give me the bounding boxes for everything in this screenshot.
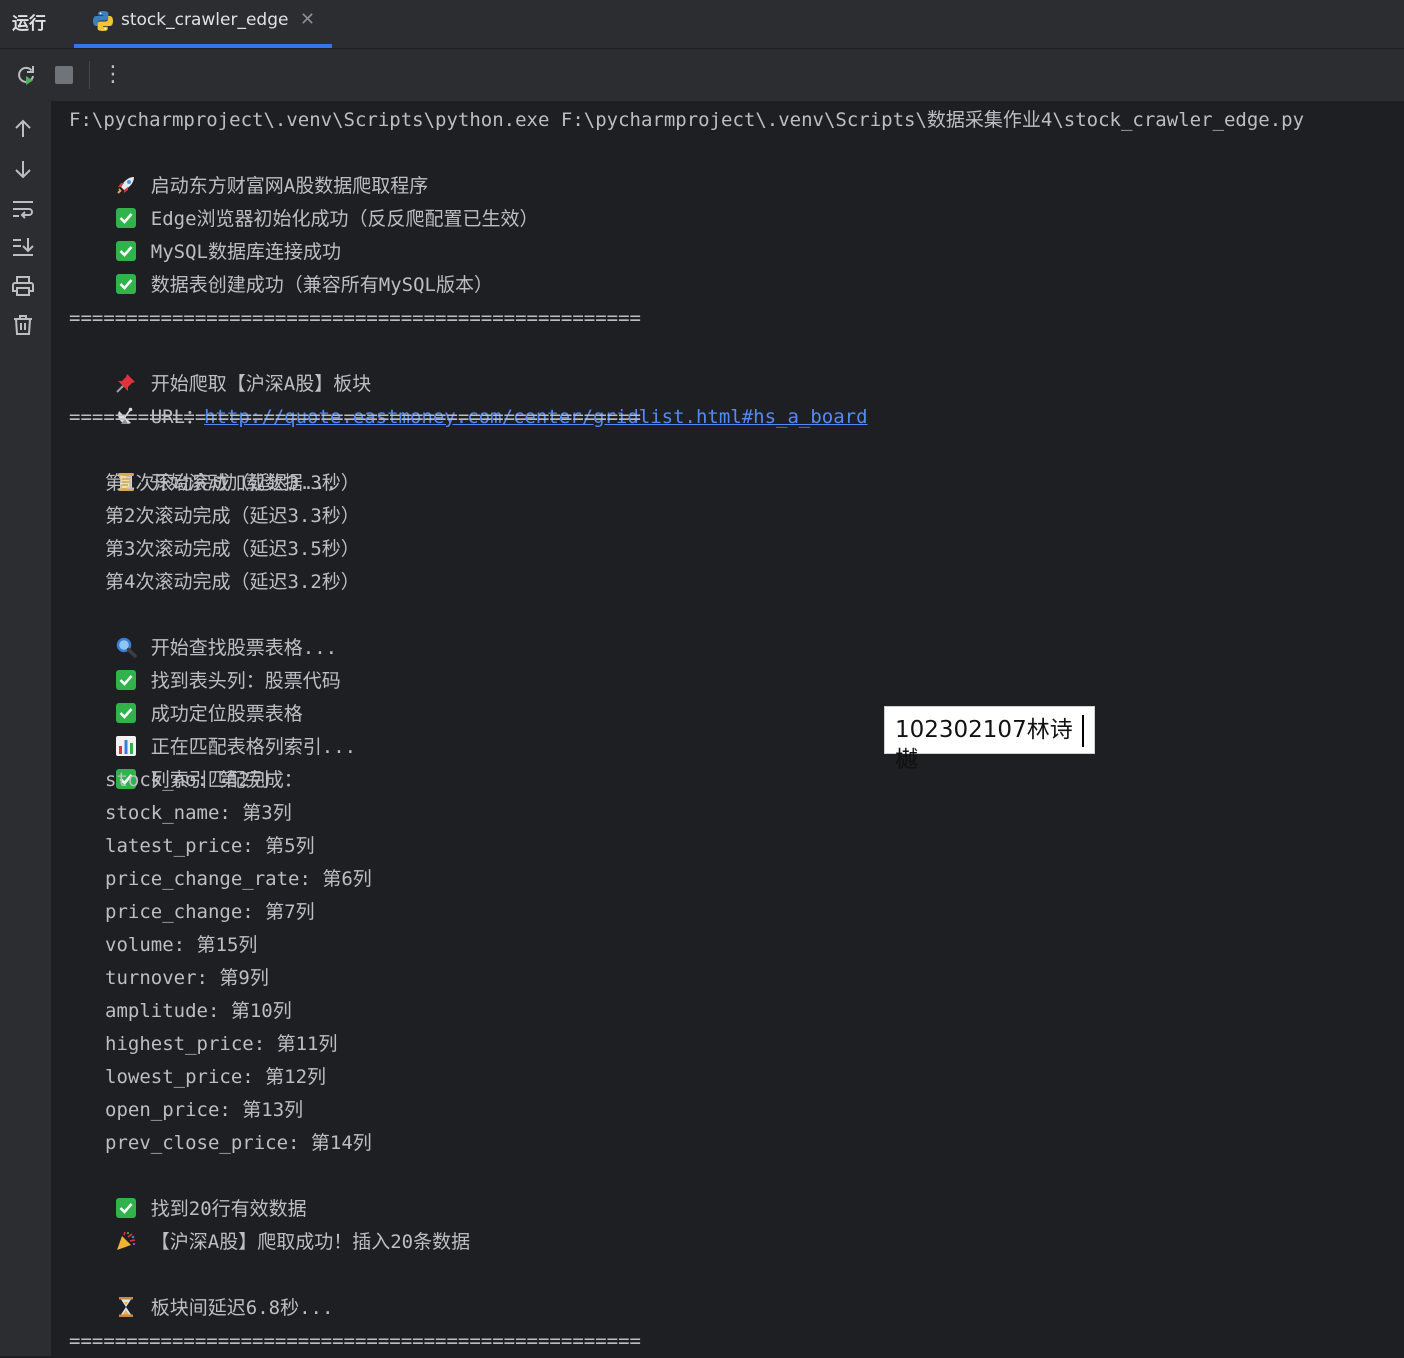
column-mapping: price_change: 第7列	[105, 901, 315, 923]
run-toolbar: ⋮	[0, 49, 1404, 101]
log-match-done: 列索引匹配完成：	[69, 731, 303, 791]
separator-line: ========================================…	[69, 1330, 641, 1352]
log-url: URL：http://quote.eastmoney.com/center/gr…	[69, 368, 868, 428]
column-mapping: latest_price: 第5列	[105, 835, 315, 857]
log-located-table: 成功定位股票表格	[69, 665, 303, 725]
log-scroll-4: 第4次滚动完成（延迟3.2秒）	[105, 571, 360, 593]
column-mapping: amplitude: 第10列	[105, 1000, 292, 1022]
log-delay-text: 板块间延迟6.8秒...	[150, 1297, 334, 1319]
active-tab-indicator	[74, 44, 332, 48]
log-success-text: 【沪深A股】爬取成功！插入20条数据	[150, 1231, 471, 1253]
log-scroll-2: 第2次滚动完成（延迟3.3秒）	[105, 505, 360, 527]
log-edge-ok: Edge浏览器初始化成功（反反爬配置已生效）	[69, 170, 539, 230]
console-side-toolbar	[0, 101, 51, 1356]
column-mapping: turnover: 第9列	[105, 967, 269, 989]
text-caret	[1082, 715, 1084, 747]
arrow-up-icon[interactable]	[11, 117, 35, 141]
log-scroll-start: 开始滚动加载数据...	[69, 434, 337, 494]
command-line: F:\pycharmproject\.venv\Scripts\python.e…	[69, 109, 1305, 131]
student-id-text-box[interactable]: 102302107林诗樾	[884, 706, 1095, 773]
toolbar-separator	[89, 61, 90, 89]
run-title: 运行	[12, 14, 46, 34]
stop-icon[interactable]	[52, 63, 76, 87]
python-icon	[93, 11, 113, 31]
log-find-table: 开始查找股票表格...	[69, 599, 337, 659]
run-tool-window-header: 运行 stock_crawler_edge ✕	[0, 0, 1404, 49]
console-output[interactable]: F:\pycharmproject\.venv\Scripts\python.e…	[51, 101, 1404, 1356]
column-mapping: lowest_price: 第12列	[105, 1066, 327, 1088]
student-id-text: 102302107林诗樾	[895, 717, 1073, 773]
arrow-down-icon[interactable]	[11, 157, 35, 181]
print-icon[interactable]	[11, 274, 35, 298]
trash-icon[interactable]	[11, 313, 35, 337]
log-rows-found: 找到20行有效数据	[69, 1160, 307, 1220]
party-popper-icon	[116, 1231, 135, 1250]
log-start: 启动东方财富网A股数据爬取程序	[69, 137, 428, 197]
log-found-header: 找到表头列：股票代码	[69, 632, 341, 692]
column-mapping: volume: 第15列	[105, 934, 258, 956]
more-options-icon[interactable]: ⋮	[102, 61, 124, 89]
close-icon[interactable]: ✕	[300, 8, 315, 32]
log-table-ok-text: 数据表创建成功（兼容所有MySQL版本）	[150, 274, 493, 296]
tab-stock-crawler-edge[interactable]: stock_crawler_edge ✕	[74, 0, 332, 48]
log-scroll-1: 第1次滚动完成（延迟3.3秒）	[105, 472, 360, 494]
log-table-ok: 数据表创建成功（兼容所有MySQL版本）	[69, 236, 493, 296]
separator-line: ========================================…	[69, 307, 641, 329]
column-mapping: open_price: 第13列	[105, 1099, 304, 1121]
column-mapping: stock_name: 第3列	[105, 802, 292, 824]
scroll-to-end-icon[interactable]	[11, 235, 35, 259]
separator-line: ========================================…	[69, 406, 641, 428]
soft-wrap-icon[interactable]	[11, 197, 35, 221]
column-mapping: stock_no: 第2列	[105, 769, 269, 791]
tab-label: stock_crawler_edge	[121, 10, 289, 30]
log-scroll-3: 第3次滚动完成（延迟3.5秒）	[105, 538, 360, 560]
log-delay: 板块间延迟6.8秒...	[69, 1259, 333, 1319]
log-begin-crawl: 开始爬取【沪深A股】板块	[69, 335, 371, 395]
check-mark-icon	[115, 273, 136, 294]
column-mapping: highest_price: 第11列	[105, 1033, 338, 1055]
column-mapping: prev_close_price: 第14列	[105, 1132, 372, 1154]
hourglass-icon	[118, 1296, 133, 1317]
log-matching: 正在匹配表格列索引...	[69, 698, 356, 758]
log-success: 【沪深A股】爬取成功！插入20条数据	[69, 1193, 470, 1253]
log-mysql-ok: MySQL数据库连接成功	[69, 203, 341, 263]
rerun-icon[interactable]	[14, 63, 38, 87]
column-mapping: price_change_rate: 第6列	[105, 868, 372, 890]
